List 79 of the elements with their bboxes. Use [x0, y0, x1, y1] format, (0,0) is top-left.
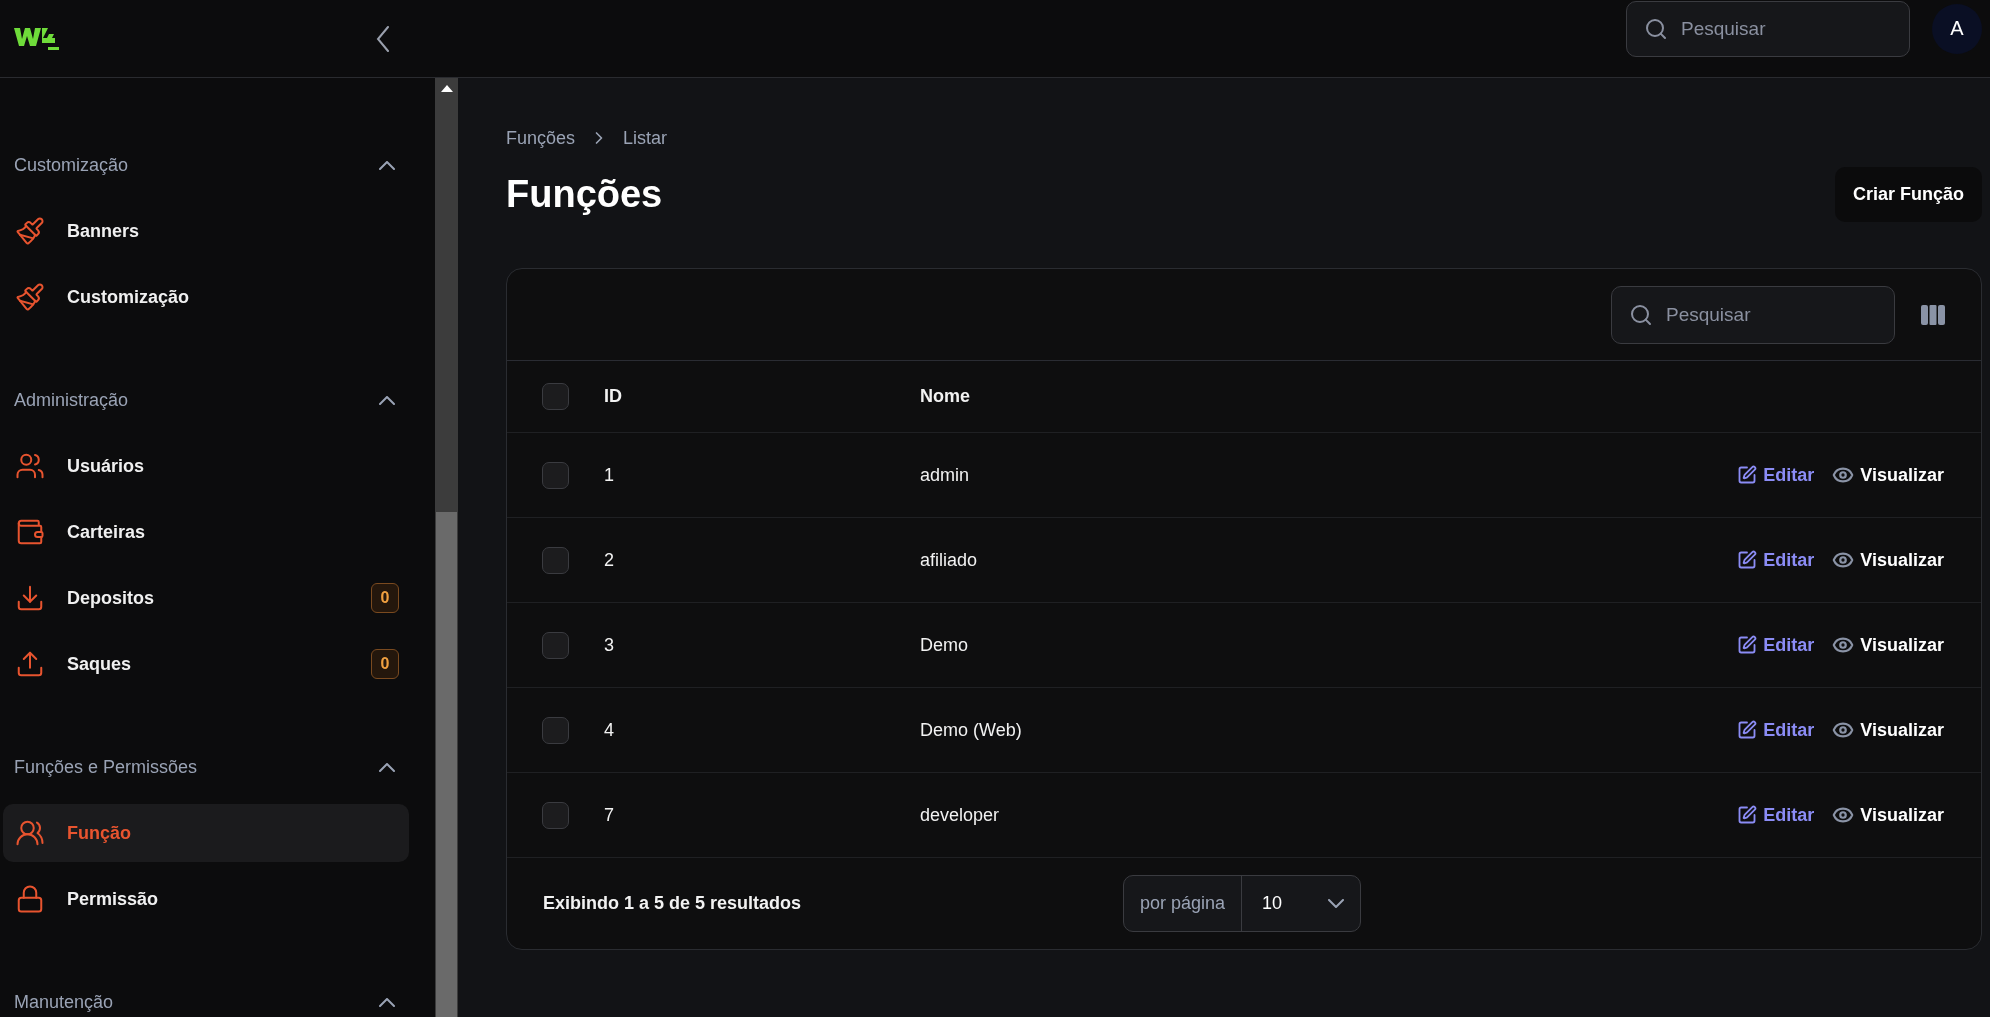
sidebar-section-header[interactable]: Customização: [0, 132, 435, 198]
sidebar-item[interactable]: Carteiras: [3, 503, 409, 561]
columns-icon: [1921, 304, 1945, 325]
sidebar-item[interactable]: Banners: [3, 202, 409, 260]
table-cell-text: afiliado: [920, 549, 979, 571]
edit-link[interactable]: Editar: [1737, 464, 1815, 486]
table-cell-text: Demo: [920, 634, 969, 656]
edit-link[interactable]: Editar: [1737, 804, 1815, 826]
pencil-icon: [1737, 720, 1758, 740]
count-badge: 0: [371, 583, 399, 613]
search-icon: [1644, 16, 1668, 41]
sidebar-item[interactable]: Usuários: [3, 437, 409, 495]
table-cell-text: 1: [604, 464, 615, 486]
sidebar-item[interactable]: Função: [3, 804, 409, 862]
results-summary: Exibindo 1 a 5 de 5 resultados: [543, 893, 803, 914]
table-cell-text: 7: [604, 804, 615, 826]
lock-icon: [15, 884, 45, 914]
pencil-icon: [1737, 805, 1758, 825]
row-checkbox[interactable]: [542, 546, 569, 574]
collapse-sidebar-button[interactable]: [376, 25, 390, 52]
search-icon: [1629, 302, 1653, 327]
scrollbar[interactable]: [435, 78, 458, 1017]
table-cell-text: Demo (Web): [920, 719, 1023, 741]
view-link[interactable]: Visualizar: [1832, 804, 1944, 826]
column-header[interactable]: Nome: [920, 386, 1944, 407]
people-group-icon: [15, 818, 45, 848]
view-link[interactable]: Visualizar: [1832, 549, 1944, 571]
edit-link[interactable]: Editar: [1737, 634, 1815, 656]
search-field[interactable]: Pesquisar: [1611, 285, 1895, 344]
edit-link[interactable]: Editar: [1737, 719, 1815, 741]
chevron-left-icon: [376, 25, 390, 52]
edit-link[interactable]: Editar: [1737, 549, 1815, 571]
paintbrush-icon: [15, 282, 45, 312]
search-field[interactable]: Pesquisar: [1626, 0, 1910, 57]
sidebar-section-header[interactable]: Manutenção: [0, 969, 435, 1017]
user-avatar[interactable]: A: [1932, 3, 1982, 54]
breadcrumb-link[interactable]: Funções: [506, 127, 576, 149]
table-cell-text: developer: [920, 804, 1001, 826]
paintbrush-icon: [15, 216, 45, 246]
pencil-icon: [1737, 550, 1758, 570]
chevron-up-icon: [379, 762, 395, 772]
column-header[interactable]: ID: [604, 386, 920, 407]
table-cell-text: 3: [604, 634, 615, 656]
table-cell-text: admin: [920, 464, 971, 486]
chevron-up-icon: [379, 997, 395, 1007]
chevron-up-icon: [379, 160, 395, 170]
sidebar-item[interactable]: Depositos 0: [3, 569, 409, 627]
sidebar-section-header[interactable]: Funções e Permissões: [0, 734, 435, 800]
pencil-icon: [1737, 465, 1758, 485]
logo-icon: [14, 25, 60, 52]
breadcrumb-link[interactable]: Listar: [623, 127, 668, 149]
sidebar-item[interactable]: Customização: [3, 268, 409, 326]
table-cell-text: 4: [604, 719, 615, 741]
create-button[interactable]: Criar Função: [1834, 166, 1982, 222]
view-link[interactable]: Visualizar: [1832, 634, 1944, 656]
per-page-label: por página: [1124, 876, 1243, 931]
sidebar-section-header[interactable]: Administração: [0, 367, 435, 433]
select-all-checkbox[interactable]: [542, 383, 569, 410]
count-badge: 0: [371, 649, 399, 679]
page-title: Funções: [506, 172, 663, 216]
table-cell-text: 2: [604, 549, 615, 571]
scroll-up-icon: [440, 84, 453, 92]
view-link[interactable]: Visualizar: [1832, 719, 1944, 741]
row-checkbox[interactable]: [542, 716, 569, 744]
view-link[interactable]: Visualizar: [1832, 464, 1944, 486]
row-checkbox[interactable]: [542, 631, 569, 659]
wallet-icon: [15, 517, 45, 547]
users-icon: [15, 451, 45, 481]
sidebar-item[interactable]: Saques 0: [3, 635, 409, 693]
sidebar-item[interactable]: Permissão: [3, 870, 409, 928]
row-checkbox[interactable]: [542, 461, 569, 489]
row-checkbox[interactable]: [542, 801, 569, 829]
chevron-down-icon: [1328, 899, 1345, 908]
columns-button[interactable]: [1921, 304, 1945, 325]
chevron-up-icon: [379, 395, 395, 405]
pencil-icon: [1737, 635, 1758, 655]
download-icon: [15, 583, 45, 613]
upload-icon: [15, 649, 45, 679]
per-page-select[interactable]: 10: [1242, 876, 1361, 931]
